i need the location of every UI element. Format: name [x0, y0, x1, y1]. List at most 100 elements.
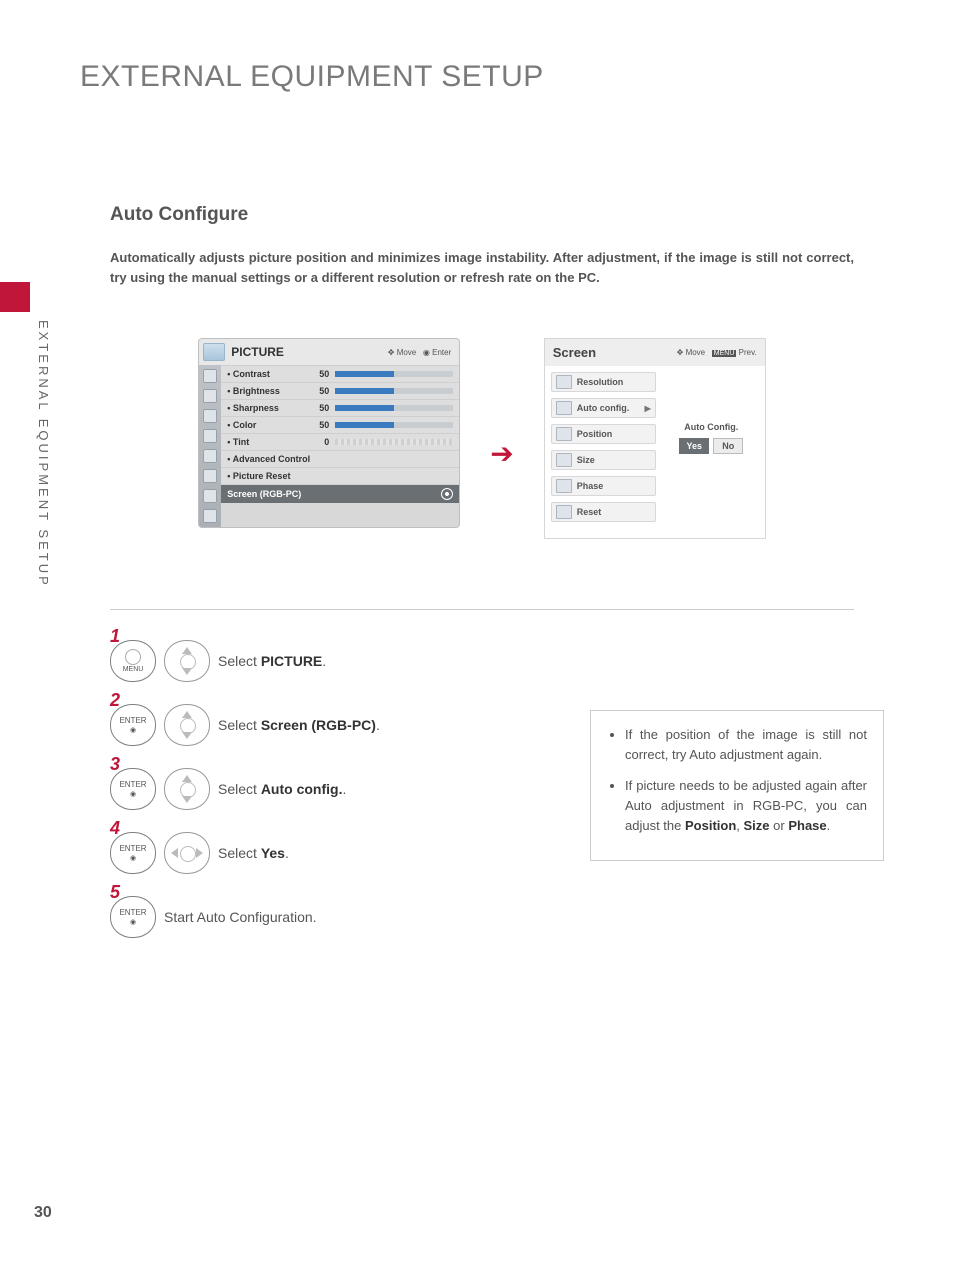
position-icon	[556, 427, 572, 441]
picture-osd-title: PICTURE	[231, 345, 284, 359]
osd-sidebar-icon	[203, 449, 217, 463]
screen-osd-title: Screen	[553, 345, 596, 360]
phase-icon	[556, 479, 572, 493]
step-text: Select	[218, 653, 261, 669]
step-text-tail: .	[322, 653, 326, 669]
step-number: 2	[110, 690, 120, 711]
item-label: Resolution	[577, 377, 624, 387]
picture-row-color[interactable]: • Color 50	[221, 416, 459, 433]
picture-osd: PICTURE ✥ Move ◉ Enter	[198, 338, 460, 528]
step-number: 4	[110, 818, 120, 839]
row-label: • Contrast	[227, 369, 307, 379]
row-value: 50	[307, 403, 329, 413]
reset-icon	[556, 505, 572, 519]
no-button[interactable]: No	[713, 438, 743, 454]
screen-item-phase[interactable]: Phase	[551, 476, 656, 496]
note-kw-size: Size	[744, 818, 770, 833]
step-text: Select	[218, 781, 261, 797]
hint-move: Move	[686, 348, 706, 357]
left-right-icon	[164, 832, 210, 874]
step-4: 4 ENTER ◉ Select Yes.	[110, 832, 550, 874]
note-text: .	[827, 818, 831, 833]
enter-icon: ◉	[423, 348, 430, 357]
row-label: Screen (RGB-PC)	[227, 489, 301, 499]
btn-label: ENTER	[119, 908, 146, 917]
note-1: If the position of the image is still no…	[625, 725, 867, 765]
up-down-icon	[164, 704, 210, 746]
step-target: PICTURE	[261, 653, 322, 669]
picture-row-tint[interactable]: • Tint 0	[221, 433, 459, 450]
osd-sidebar-icon	[203, 509, 217, 523]
screen-item-autoconfig[interactable]: Auto config. ▶	[551, 398, 656, 418]
osd-sidebar-icon	[203, 489, 217, 503]
separator	[110, 609, 854, 610]
slider-bar	[335, 388, 453, 394]
picture-row-screen-selected[interactable]: Screen (RGB-PC)	[221, 484, 459, 503]
step-target: Screen (RGB-PC)	[261, 717, 376, 733]
step-text-tail: .	[285, 845, 289, 861]
size-icon	[556, 453, 572, 467]
side-tab	[0, 282, 30, 312]
picture-icon	[203, 343, 225, 361]
step-text: Start Auto Configuration.	[164, 909, 317, 925]
picture-row-advanced[interactable]: • Advanced Control	[221, 450, 459, 467]
slider-bar	[335, 371, 453, 377]
btn-label: ENTER	[119, 716, 146, 725]
item-label: Reset	[577, 507, 602, 517]
arrow-right-icon: ➔	[490, 407, 513, 470]
enter-dot-icon: ◉	[130, 726, 136, 734]
step-1: 1 MENU Select PICTURE.	[110, 640, 550, 682]
page-title: EXTERNAL EQUIPMENT SETUP	[80, 60, 884, 94]
osd-sidebar-icon	[203, 369, 217, 383]
up-down-icon	[164, 640, 210, 682]
item-label: Position	[577, 429, 613, 439]
screen-item-position[interactable]: Position	[551, 424, 656, 444]
item-label: Phase	[577, 481, 604, 491]
osd-sidebar-icon	[203, 409, 217, 423]
btn-label: ENTER	[119, 844, 146, 853]
enter-dot-icon: ◉	[130, 854, 136, 862]
enter-dot-icon: ◉	[130, 790, 136, 798]
row-value: 50	[307, 386, 329, 396]
item-label: Auto config.	[577, 403, 630, 413]
row-label: • Color	[227, 420, 307, 430]
btn-label: MENU	[123, 666, 144, 673]
move-icon: ✥	[388, 348, 395, 357]
step-2: 2 ENTER ◉ Select Screen (RGB-PC).	[110, 704, 550, 746]
slider-bar	[335, 422, 453, 428]
btn-label: ENTER	[119, 780, 146, 789]
row-label: • Brightness	[227, 386, 307, 396]
row-value: 50	[307, 420, 329, 430]
step-3: 3 ENTER ◉ Select Auto config..	[110, 768, 550, 810]
item-label: Size	[577, 455, 595, 465]
screen-item-resolution[interactable]: Resolution	[551, 372, 656, 392]
osd-sidebar-icon	[203, 389, 217, 403]
slider-bar	[335, 439, 453, 445]
screen-item-size[interactable]: Size	[551, 450, 656, 470]
osd-sidebar-icon	[203, 429, 217, 443]
notes-box: If the position of the image is still no…	[590, 710, 884, 861]
row-value: 50	[307, 369, 329, 379]
yes-button[interactable]: Yes	[679, 438, 709, 454]
note-text: or	[770, 818, 789, 833]
move-icon: ✥	[677, 348, 684, 357]
section-heading: Auto Configure	[110, 204, 884, 226]
page-number: 30	[34, 1204, 52, 1222]
step-target: Auto config.	[261, 781, 343, 797]
picture-row-sharpness[interactable]: • Sharpness 50	[221, 399, 459, 416]
step-5: 5 ENTER ◉ Start Auto Configuration.	[110, 896, 550, 938]
hint-prev: Prev.	[739, 348, 757, 357]
menu-badge: MENU	[712, 350, 737, 357]
picture-row-reset[interactable]: • Picture Reset	[221, 467, 459, 484]
hint-enter: Enter	[432, 348, 451, 357]
autoconfig-icon	[556, 401, 572, 415]
row-label: • Sharpness	[227, 403, 307, 413]
note-kw-phase: Phase	[788, 818, 826, 833]
autoconfig-label: Auto Config.	[684, 422, 738, 432]
picture-row-contrast[interactable]: • Contrast 50	[221, 365, 459, 382]
step-text-tail: .	[342, 781, 346, 797]
step-text: Select	[218, 845, 261, 861]
screen-item-reset[interactable]: Reset	[551, 502, 656, 522]
picture-row-brightness[interactable]: • Brightness 50	[221, 382, 459, 399]
step-number: 5	[110, 882, 120, 903]
